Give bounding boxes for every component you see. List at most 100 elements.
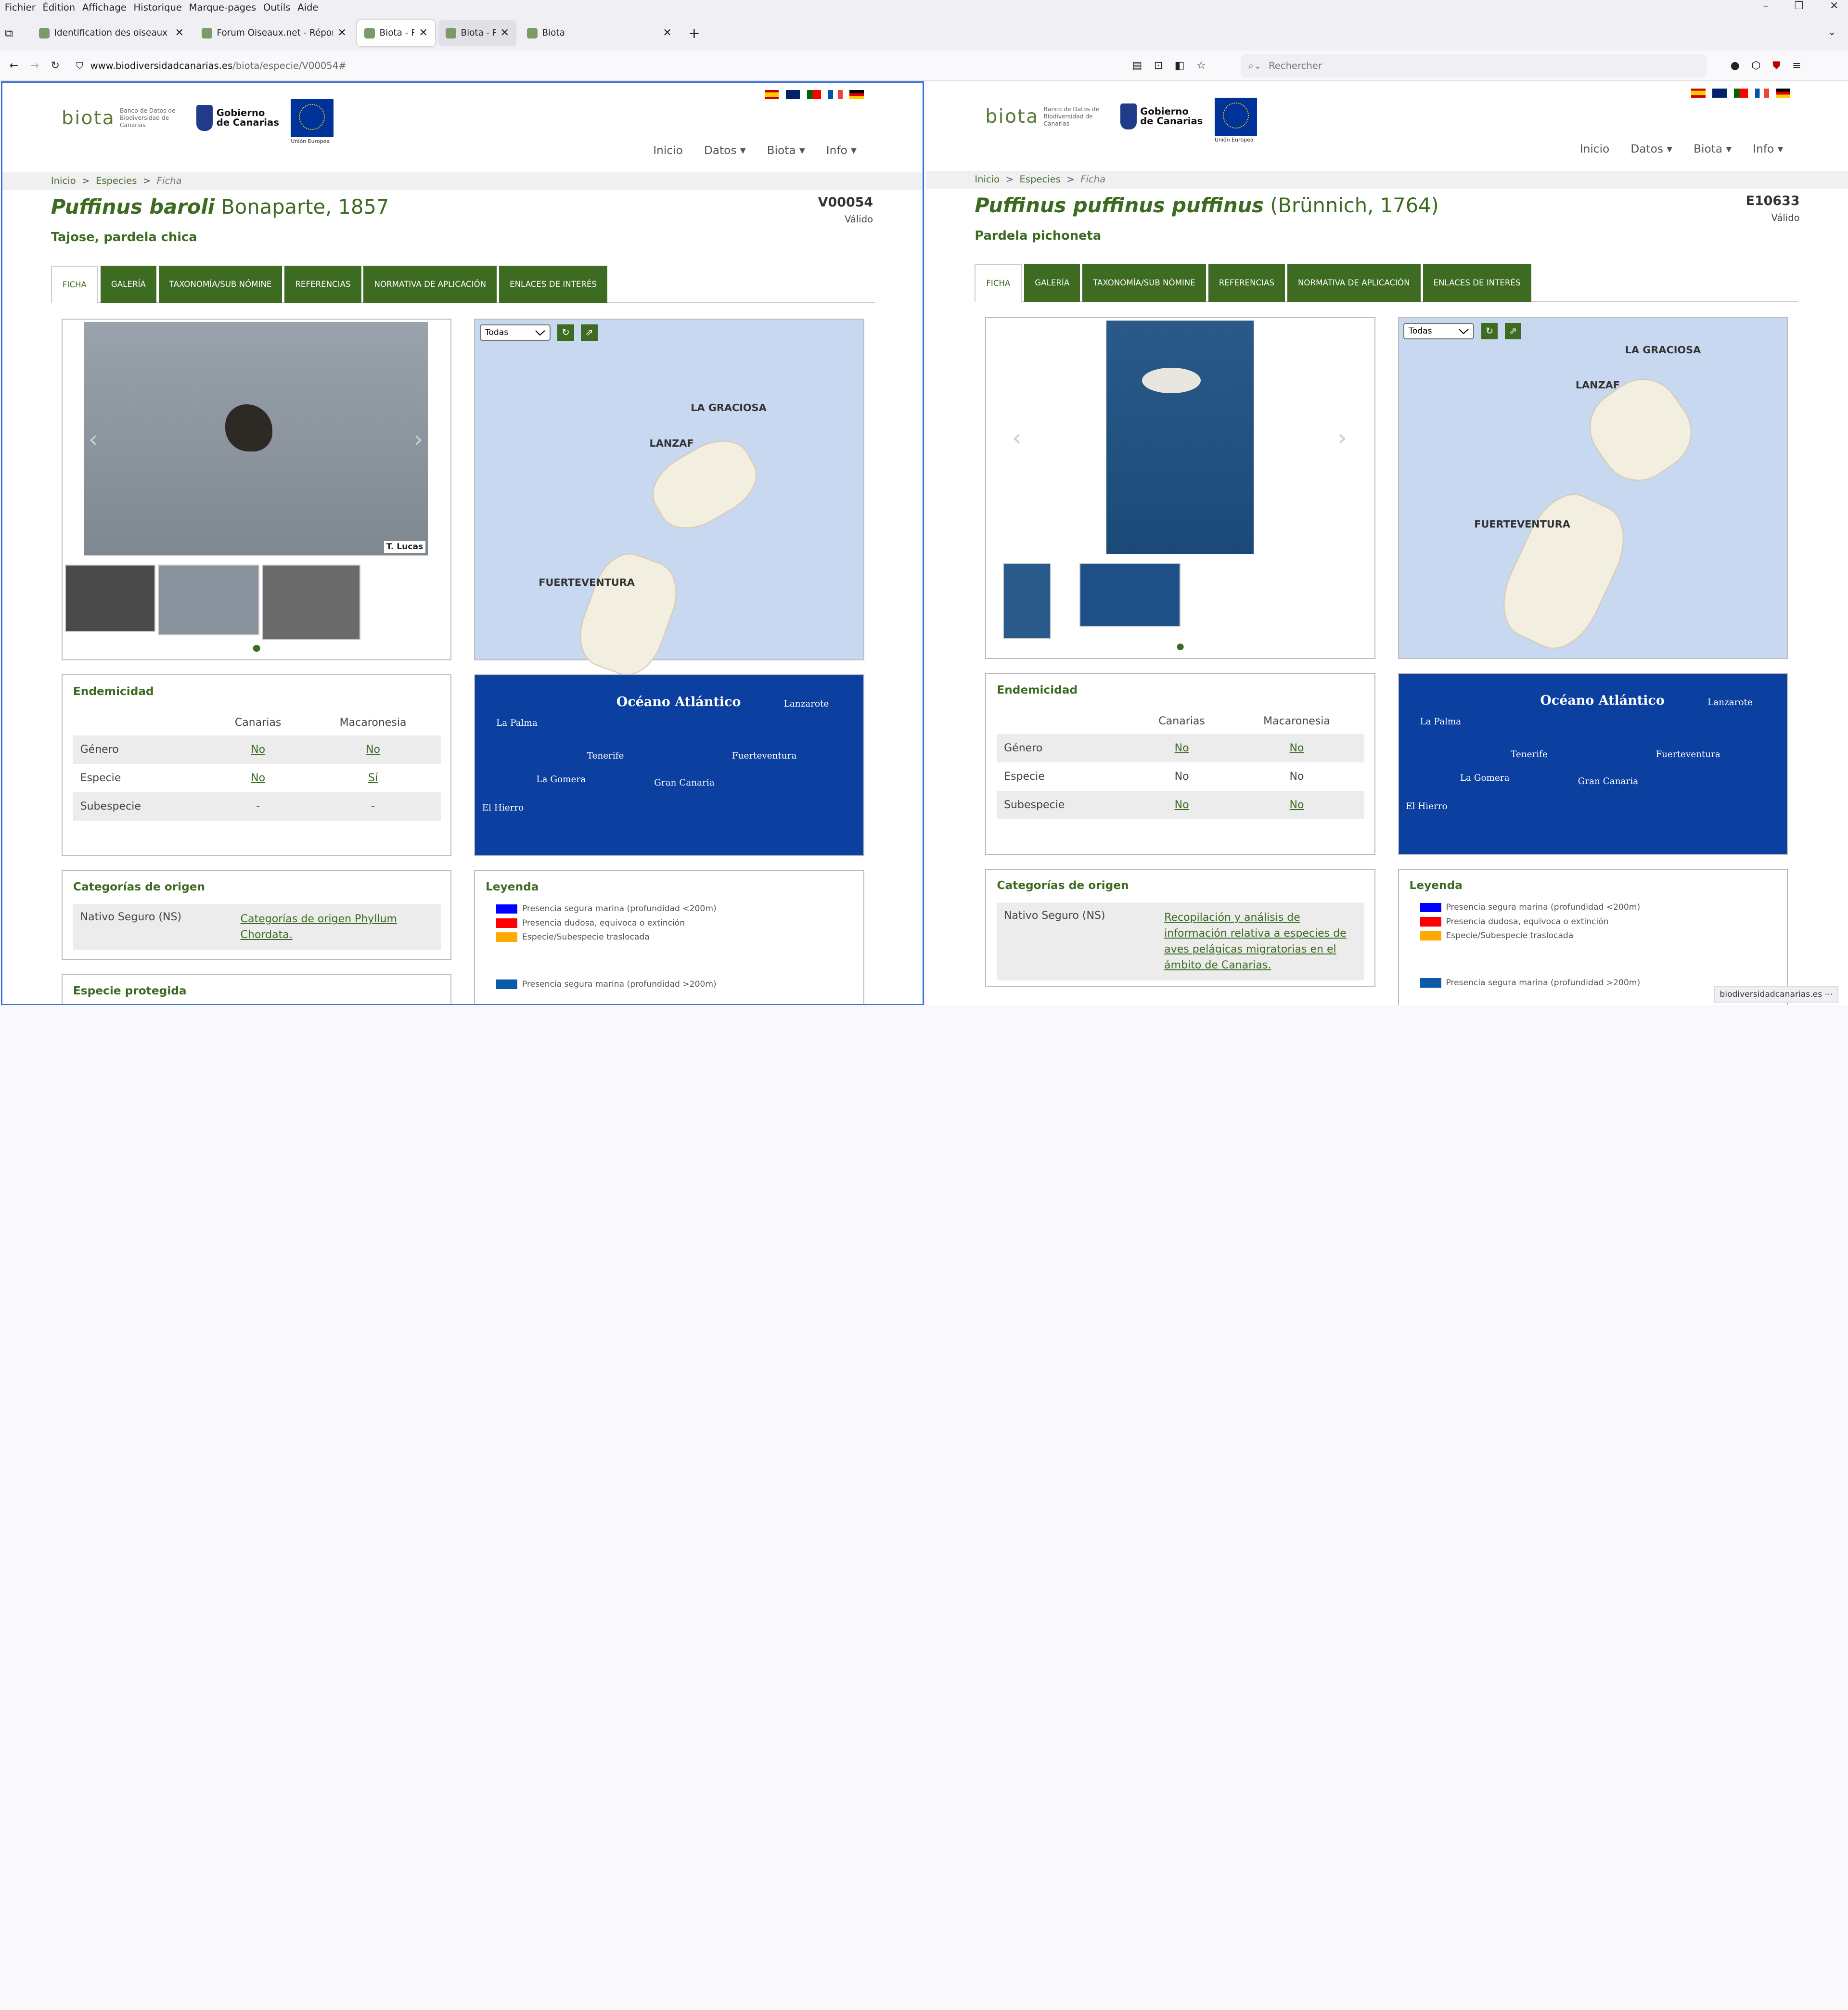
external-link-icon[interactable]: ⇗	[581, 324, 598, 341]
flag-pt-icon[interactable]	[1733, 88, 1748, 98]
next-arrow-icon[interactable]: ›	[414, 425, 424, 453]
tab-galeria[interactable]: GALERÍA	[100, 265, 156, 303]
close-tab-icon[interactable]: ✕	[419, 27, 427, 39]
nav-inicio[interactable]: Inicio	[653, 144, 683, 157]
tab-list-icon[interactable]: ⧉	[5, 26, 28, 40]
tab-enlaces[interactable]: ENLACES DE INTERÉS	[1423, 264, 1531, 302]
thumbnail[interactable]	[64, 565, 156, 632]
menu-outils[interactable]: Outils	[263, 2, 291, 13]
nav-datos[interactable]: Datos ▾	[704, 144, 746, 157]
carousel-dot[interactable]	[253, 644, 260, 652]
nav-biota[interactable]: Biota ▾	[1694, 142, 1732, 155]
link[interactable]: No	[251, 744, 265, 756]
search-input[interactable]: ⌕⌄ Rechercher	[1241, 53, 1707, 77]
canary-islands-map[interactable]: Océano Atlántico La Palma Tenerife La Go…	[1398, 673, 1788, 855]
flag-de-icon[interactable]	[1776, 88, 1791, 98]
species-photo[interactable]	[1106, 320, 1254, 554]
bookmark-star-icon[interactable]: ☆	[1196, 60, 1206, 72]
minimize-icon[interactable]: –	[1763, 0, 1768, 12]
map-filter-select[interactable]: Todas	[479, 324, 551, 341]
menu-marque-pages[interactable]: Marque-pages	[189, 2, 257, 13]
flag-es-icon[interactable]	[764, 90, 779, 100]
origin-link[interactable]: Categorías de origen Phyllum Chordata.	[241, 911, 434, 943]
gobierno-logo[interactable]: Gobierno de Canarias	[1120, 103, 1203, 130]
prev-arrow-icon[interactable]: ‹	[1012, 424, 1022, 451]
link[interactable]: No	[1290, 799, 1304, 811]
close-tab-icon[interactable]: ✕	[175, 27, 184, 39]
crumb-especies[interactable]: Especies	[1019, 174, 1061, 185]
link[interactable]: No	[1175, 742, 1189, 754]
thumbnail[interactable]	[261, 565, 361, 640]
biota-logo[interactable]: biota Banco de Datos de Biodiversidad de …	[62, 107, 185, 129]
crumb-especies[interactable]: Especies	[96, 175, 137, 186]
next-arrow-icon[interactable]: ›	[1337, 424, 1347, 451]
canary-islands-map[interactable]: Océano Atlántico La Palma Tenerife La Go…	[474, 674, 864, 856]
reader-icon[interactable]: ▤	[1132, 60, 1142, 72]
new-tab-icon[interactable]: +	[688, 25, 700, 41]
close-tab-icon[interactable]: ✕	[500, 27, 509, 39]
close-icon[interactable]: ✕	[1830, 0, 1838, 12]
carousel-dot[interactable]	[1177, 643, 1184, 651]
prev-arrow-icon[interactable]: ‹	[89, 425, 98, 453]
tab-forum[interactable]: Forum Oiseaux.net - Répondre ✕	[194, 20, 354, 46]
tab-referencias[interactable]: REFERENCIAS	[284, 265, 361, 303]
distribution-map[interactable]: Todas ↻ ⇗ LA GRACIOSA LANZAF FUERTEVENTU…	[1398, 317, 1788, 661]
nav-inicio[interactable]: Inicio	[1580, 142, 1610, 155]
tab-normativa[interactable]: NORMATIVA DE APLICACIÓN	[1287, 264, 1421, 302]
thumbnail[interactable]	[158, 565, 259, 636]
tab-taxonomia[interactable]: TAXONOMÍA/SUB NÓMINE	[1082, 264, 1206, 302]
link[interactable]: Sí	[368, 772, 378, 784]
map-filter-select[interactable]: Todas	[1403, 322, 1475, 339]
maximize-icon[interactable]: ❐	[1794, 0, 1804, 12]
menu-affichage[interactable]: Affichage	[82, 2, 127, 13]
forward-icon[interactable]: →	[30, 60, 39, 72]
nav-info[interactable]: Info ▾	[1753, 142, 1783, 155]
link[interactable]: No	[1175, 799, 1189, 811]
flag-uk-icon[interactable]	[1712, 88, 1727, 98]
gobierno-logo[interactable]: Gobierno de Canarias	[196, 105, 279, 131]
refresh-icon[interactable]: ↻	[1481, 322, 1498, 339]
crumb-inicio[interactable]: Inicio	[51, 175, 76, 186]
nav-biota[interactable]: Biota ▾	[767, 144, 805, 157]
menu-icon[interactable]: ≡	[1792, 60, 1801, 72]
nav-info[interactable]: Info ▾	[826, 144, 857, 157]
tab-biota-3[interactable]: Biota ✕	[520, 20, 679, 46]
chevron-down-icon[interactable]: ⌄	[1827, 26, 1836, 38]
origin-link[interactable]: Recopilación y análisis de información r…	[1164, 910, 1358, 973]
external-link-icon[interactable]: ⇗	[1504, 322, 1522, 339]
menu-historique[interactable]: Historique	[134, 2, 182, 13]
close-tab-icon[interactable]: ✕	[338, 27, 346, 39]
tab-biota-2[interactable]: Biota - Pu ✕	[438, 20, 516, 46]
reload-icon[interactable]: ↻	[51, 60, 59, 72]
tab-identification[interactable]: Identification des oiseaux d'Eur ✕	[32, 20, 191, 46]
biota-logo[interactable]: biota Banco de Datos de Biodiversidad de …	[985, 106, 1108, 128]
flag-fr-icon[interactable]	[1755, 88, 1769, 98]
tab-galeria[interactable]: GALERÍA	[1024, 264, 1080, 302]
thumbnail[interactable]	[1002, 563, 1052, 639]
flag-de-icon[interactable]	[849, 90, 864, 100]
menu-edition[interactable]: Édition	[42, 2, 75, 13]
tab-normativa[interactable]: NORMATIVA DE APLICACIÓN	[363, 265, 497, 303]
ublock-icon[interactable]: ⛊	[1772, 60, 1781, 72]
back-icon[interactable]: ←	[10, 60, 18, 72]
tab-biota-1[interactable]: Biota - Pu ✕	[357, 20, 435, 46]
split-icon[interactable]: ◧	[1175, 60, 1185, 72]
tab-taxonomia[interactable]: TAXONOMÍA/SUB NÓMINE	[158, 265, 282, 303]
flag-fr-icon[interactable]	[828, 90, 843, 100]
tab-ficha[interactable]: FICHA	[975, 264, 1022, 302]
link[interactable]: No	[366, 744, 380, 756]
flag-es-icon[interactable]	[1691, 88, 1706, 98]
shield-icon[interactable]: ⛉	[76, 60, 83, 71]
link[interactable]: No	[1290, 742, 1304, 754]
link[interactable]: No	[251, 772, 265, 784]
crumb-inicio[interactable]: Inicio	[975, 174, 1000, 185]
account-icon[interactable]: ●	[1731, 60, 1740, 72]
species-photo[interactable]: T. Lucas	[83, 322, 428, 555]
tab-enlaces[interactable]: ENLACES DE INTERÉS	[499, 265, 608, 303]
close-tab-icon[interactable]: ✕	[663, 27, 671, 39]
tab-ficha[interactable]: FICHA	[51, 265, 98, 303]
menu-fichier[interactable]: Fichier	[5, 2, 36, 13]
nav-datos[interactable]: Datos ▾	[1630, 142, 1672, 155]
tab-referencias[interactable]: REFERENCIAS	[1208, 264, 1285, 302]
menu-aide[interactable]: Aide	[297, 2, 318, 13]
